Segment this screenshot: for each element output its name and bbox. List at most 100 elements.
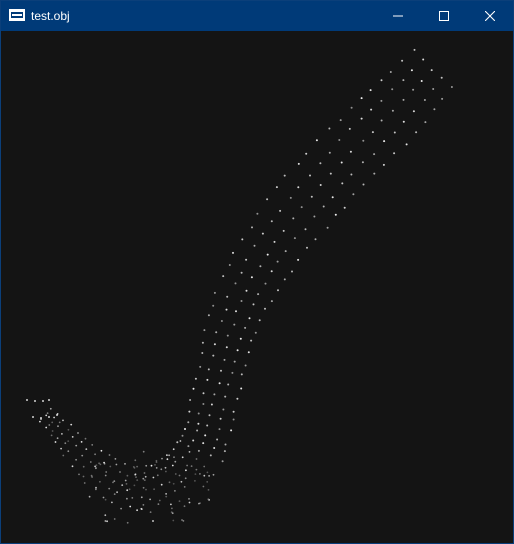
point [401, 59, 404, 62]
point [170, 511, 173, 514]
point [256, 212, 259, 215]
point [51, 421, 54, 424]
point [143, 479, 146, 481]
point [212, 304, 215, 307]
point [194, 473, 197, 475]
point [183, 505, 186, 508]
minimize-button[interactable] [375, 1, 421, 31]
point [277, 289, 279, 292]
point [60, 447, 62, 450]
point [352, 193, 355, 196]
point [46, 412, 49, 415]
point [172, 448, 175, 451]
point [185, 469, 187, 472]
point [142, 450, 145, 453]
point [402, 79, 405, 82]
point [206, 378, 209, 381]
render-viewport[interactable] [1, 31, 513, 543]
point [161, 457, 163, 460]
point [202, 392, 205, 395]
point [415, 131, 418, 134]
point [131, 497, 134, 499]
point [420, 80, 423, 82]
point [261, 232, 264, 235]
point [196, 429, 199, 432]
point [88, 495, 91, 498]
point [340, 161, 343, 164]
point [412, 88, 415, 91]
point [232, 410, 235, 413]
point [57, 425, 59, 428]
point [104, 520, 107, 522]
title-bar[interactable]: test.obj [1, 1, 513, 31]
point [94, 453, 96, 456]
minimize-icon [393, 15, 403, 17]
point [393, 152, 396, 155]
point [270, 270, 273, 273]
point-cloud [26, 48, 453, 524]
point [213, 343, 216, 346]
point [348, 127, 351, 130]
point [283, 174, 286, 177]
point [51, 430, 54, 432]
maximize-icon [439, 11, 449, 21]
point [362, 139, 365, 142]
point [223, 358, 226, 361]
point [67, 450, 70, 453]
point [172, 482, 175, 485]
point [258, 319, 261, 322]
point [222, 275, 225, 278]
point [223, 450, 226, 453]
point [225, 308, 228, 311]
point [206, 481, 209, 483]
point [99, 480, 101, 483]
point [192, 439, 195, 442]
point [171, 507, 173, 510]
point [328, 151, 331, 154]
maximize-button[interactable] [421, 1, 467, 31]
point [140, 496, 143, 499]
point [194, 480, 196, 482]
point [178, 474, 181, 477]
point [158, 499, 161, 502]
point [218, 382, 221, 385]
point [197, 422, 200, 425]
point [234, 282, 237, 285]
point [34, 400, 36, 402]
point [371, 131, 374, 134]
point [194, 377, 197, 380]
point [309, 174, 311, 177]
point [283, 278, 286, 281]
point [240, 373, 243, 376]
point [450, 86, 453, 88]
point [236, 349, 239, 352]
point [174, 473, 177, 475]
point [338, 139, 341, 141]
point [273, 240, 276, 243]
close-button[interactable] [467, 1, 513, 31]
point [64, 442, 67, 445]
point [199, 473, 201, 475]
point [119, 471, 121, 473]
point [208, 414, 211, 417]
point [166, 454, 168, 456]
point [48, 416, 50, 418]
point [219, 417, 222, 420]
point [80, 441, 83, 443]
point [209, 454, 212, 457]
point [383, 140, 386, 143]
point [244, 364, 247, 367]
point [143, 472, 146, 474]
point [186, 464, 189, 467]
point [297, 258, 300, 261]
point [197, 412, 200, 415]
point [208, 475, 211, 477]
point [155, 459, 158, 462]
point [413, 48, 416, 51]
point [82, 475, 85, 478]
point [402, 120, 405, 123]
point [145, 464, 148, 467]
window-title: test.obj [31, 9, 70, 23]
point [115, 463, 118, 466]
point [188, 501, 191, 504]
